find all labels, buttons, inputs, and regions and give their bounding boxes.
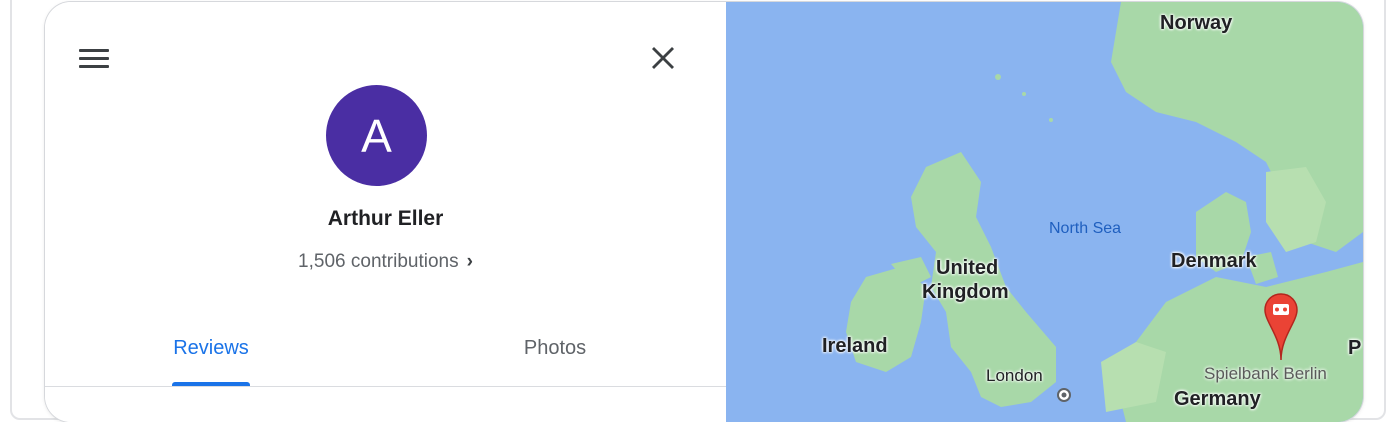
contributions-link[interactable]: 1,506 contributions ›: [45, 251, 726, 273]
map-label-norway: Norway: [1160, 12, 1233, 34]
profile-map-card: A Arthur Eller 1,506 contributions › Revi…: [45, 2, 1363, 422]
map-label-united: United: [936, 257, 999, 279]
tabs-divider: [45, 386, 726, 387]
map-label-london: London: [986, 366, 1043, 385]
avatar[interactable]: A: [326, 85, 427, 186]
hamburger-menu-icon[interactable]: [77, 46, 113, 72]
map-label-ireland: Ireland: [822, 335, 888, 357]
contributions-count: 1,506 contributions: [298, 251, 459, 272]
casino-marker-icon[interactable]: [1263, 292, 1299, 362]
profile-panel: A Arthur Eller 1,506 contributions › Revi…: [45, 2, 726, 422]
profile-name: Arthur Eller: [327, 207, 444, 230]
tab-photos[interactable]: Photos: [475, 337, 635, 360]
map-label-denmark: Denmark: [1171, 250, 1257, 272]
map-label-north-sea: North Sea: [1049, 220, 1122, 237]
close-icon[interactable]: [645, 44, 681, 74]
tab-reviews[interactable]: Reviews: [131, 337, 291, 360]
map-label-kingdom: Kingdom: [922, 281, 1009, 303]
place-label[interactable]: Spielbank Berlin: [1204, 364, 1327, 384]
map-label-poland-partial: P: [1348, 337, 1362, 359]
chevron-right-icon: ›: [466, 251, 473, 272]
map-view[interactable]: Norway North Sea Denmark United Kingdom …: [726, 2, 1363, 422]
avatar-letter: A: [361, 109, 392, 162]
